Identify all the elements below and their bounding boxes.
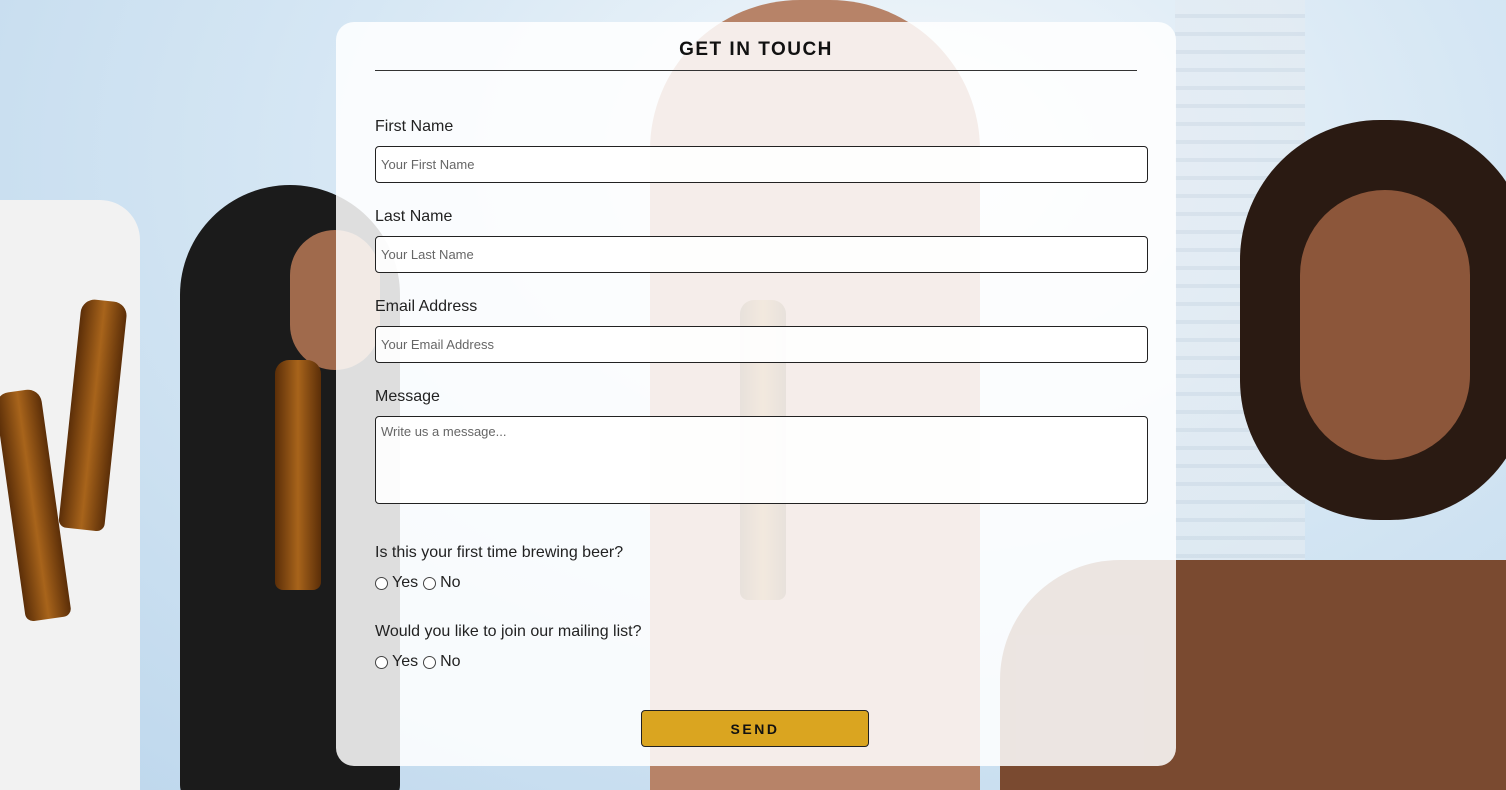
first-time-yes-radio[interactable] <box>375 576 388 590</box>
first-time-no-label: No <box>440 574 461 591</box>
email-label: Email Address <box>375 298 478 315</box>
mailing-list-no-label: No <box>440 653 461 670</box>
first-time-yes-option[interactable]: Yes <box>375 574 418 592</box>
first-name-group: First Name <box>375 118 1148 183</box>
mailing-list-no-option[interactable]: No <box>423 653 461 671</box>
first-time-question-text: Is this your first time brewing beer? <box>375 544 624 561</box>
email-group: Email Address <box>375 298 1148 363</box>
message-label: Message <box>375 388 440 405</box>
first-time-yes-label: Yes <box>392 574 419 591</box>
mailing-list-no-radio[interactable] <box>423 655 437 669</box>
first-time-no-radio[interactable] <box>423 576 437 590</box>
last-name-group: Last Name <box>375 208 1148 273</box>
contact-form-card: GET IN TOUCH First Name Last Name Email … <box>336 22 1176 766</box>
mailing-list-yes-radio[interactable] <box>375 655 388 669</box>
form-title: GET IN TOUCH <box>375 22 1137 71</box>
first-time-question: Is this your first time brewing beer? Ye… <box>375 544 1148 592</box>
mailing-list-question: Would you like to join our mailing list?… <box>375 623 1148 671</box>
first-time-radio-group: Yes No <box>375 574 1148 592</box>
mailing-list-yes-option[interactable]: Yes <box>375 653 418 671</box>
email-input[interactable] <box>375 326 1148 363</box>
mailing-list-radio-group: Yes No <box>375 653 1148 671</box>
mailing-list-yes-label: Yes <box>392 653 419 670</box>
last-name-input[interactable] <box>375 236 1148 273</box>
mailing-list-question-text: Would you like to join our mailing list? <box>375 623 642 640</box>
message-textarea[interactable] <box>375 416 1148 504</box>
first-name-input[interactable] <box>375 146 1148 183</box>
message-group: Message <box>375 388 1148 509</box>
first-time-no-option[interactable]: No <box>423 574 461 592</box>
last-name-label: Last Name <box>375 208 453 225</box>
send-button[interactable]: SEND <box>641 710 869 747</box>
first-name-label: First Name <box>375 118 454 135</box>
